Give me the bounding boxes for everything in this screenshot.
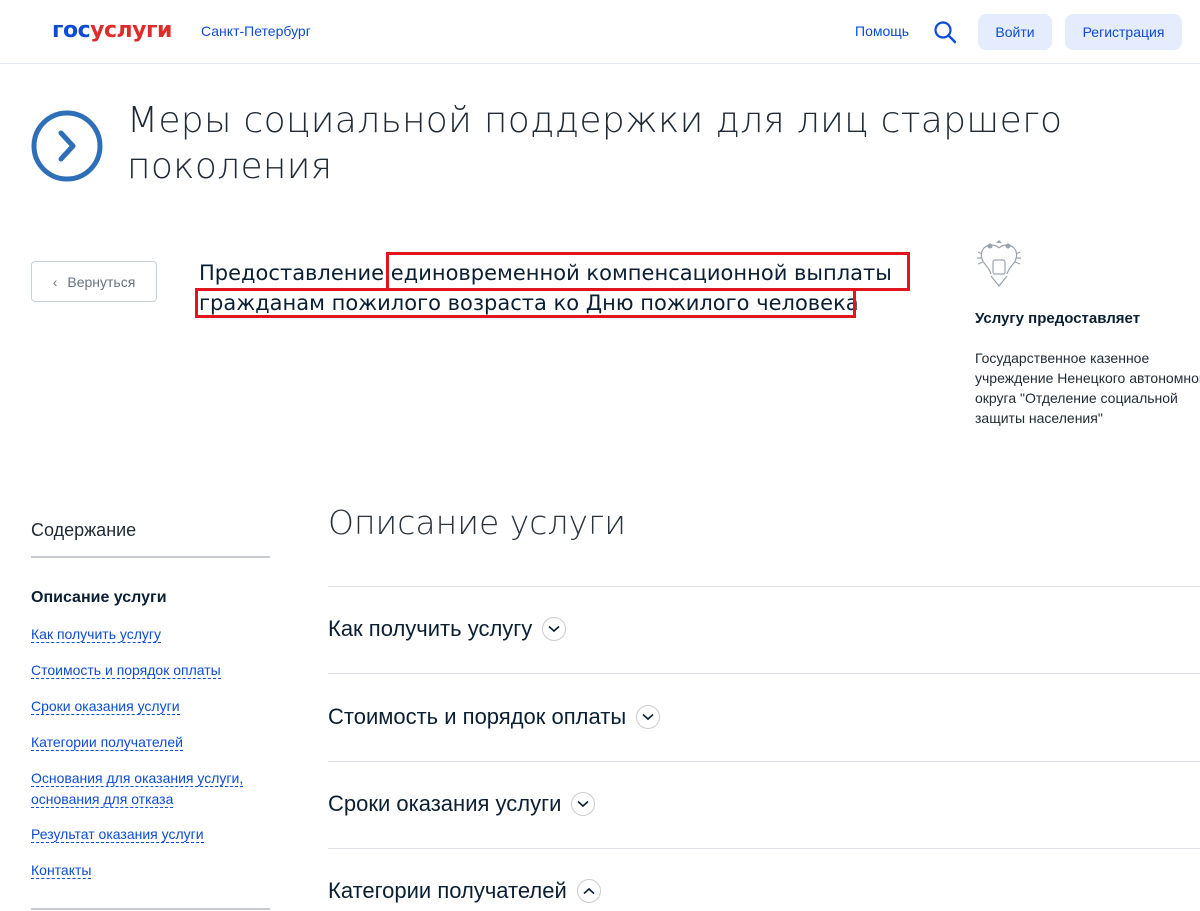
toc-link-contacts[interactable]: Контакты	[31, 860, 92, 881]
chevron-up-icon	[576, 879, 601, 903]
toc-item-active[interactable]: Описание услуги	[31, 589, 167, 607]
accordion-label: Как получить услугу	[328, 616, 533, 641]
section-title: Описание услуги	[328, 503, 626, 542]
toc-link-result[interactable]: Результат оказания услуги	[31, 824, 204, 845]
accordion-how-to-get[interactable]: Как получить услугу	[328, 616, 567, 642]
provider-name: Государственное казенное учреждение Нене…	[975, 350, 1200, 426]
accordion-divider	[328, 673, 1200, 674]
toc-link-label: Контакты	[31, 862, 92, 879]
top-header: госуслуги Санкт-Петербург Помощь Войти Р…	[0, 0, 1200, 64]
chevron-down-icon	[542, 617, 567, 641]
chevron-down-icon	[571, 792, 596, 816]
region-selector[interactable]: Санкт-Петербург	[201, 23, 311, 39]
toc-link-label: Стоимость и порядок оплаты	[31, 662, 221, 679]
gosuslugi-logo[interactable]: госуслуги	[52, 18, 172, 43]
toc-link-label: Как получить услугу	[31, 626, 162, 643]
chevron-down-icon	[636, 705, 661, 729]
toc-link-terms[interactable]: Сроки оказания услуги	[31, 696, 180, 717]
toc-link-label: Результат оказания услуги	[31, 826, 204, 843]
accordion-label: Стоимость и порядок оплаты	[328, 704, 627, 729]
toc-link-label: основания для отказа	[31, 791, 174, 808]
toc-divider	[31, 556, 270, 558]
accordion-terms[interactable]: Сроки оказания услуги	[328, 791, 596, 817]
provider-title: Услугу предоставляет	[975, 310, 1141, 327]
help-link[interactable]: Помощь	[855, 23, 909, 39]
toc-link-label: Категории получателей	[31, 734, 183, 751]
logo-part-gos: гос	[52, 18, 91, 43]
toc-link-how-to-get[interactable]: Как получить услугу	[31, 624, 162, 645]
accordion-divider	[328, 761, 1200, 762]
coat-of-arms-icon	[977, 240, 1021, 287]
accordion-recipients[interactable]: Категории получателей	[328, 878, 601, 904]
toc-title: Содержание	[31, 520, 137, 540]
accordion-label: Сроки оказания услуги	[328, 791, 562, 816]
service-name-prefix: Предоставление	[199, 261, 391, 285]
toc-divider-bottom	[31, 908, 270, 910]
back-button-label: Вернуться	[67, 273, 136, 290]
highlight-box	[195, 288, 856, 318]
page-title: Меры социальной поддержки для лиц старше…	[127, 100, 1063, 187]
chevron-left-icon: ‹	[52, 273, 58, 290]
login-button[interactable]: Войти	[978, 14, 1052, 50]
back-button[interactable]: ‹ Вернуться	[31, 261, 157, 302]
arrow-circle-icon	[31, 110, 103, 182]
accordion-divider	[328, 586, 1200, 587]
toc-link-label: Сроки оказания услуги	[31, 698, 180, 715]
accordion-cost[interactable]: Стоимость и порядок оплаты	[328, 704, 661, 730]
toc-link-cost[interactable]: Стоимость и порядок оплаты	[31, 660, 221, 681]
accordion-label: Категории получателей	[328, 878, 567, 903]
search-icon[interactable]	[933, 20, 957, 44]
register-button[interactable]: Регистрация	[1065, 14, 1182, 50]
toc-link-grounds[interactable]: Основания для оказания услуги, основания…	[31, 768, 244, 810]
toc-link-recipients[interactable]: Категории получателей	[31, 732, 183, 753]
accordion-divider	[328, 848, 1200, 849]
logo-part-uslugi: услуги	[90, 18, 172, 43]
toc-link-label: Основания для оказания услуги,	[31, 770, 244, 787]
highlight-box	[386, 252, 910, 291]
